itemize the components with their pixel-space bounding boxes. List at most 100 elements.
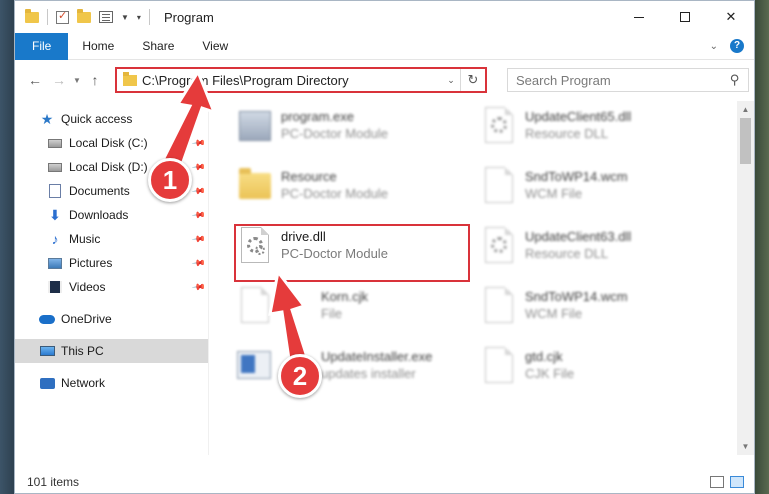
file-name: gtd.cjk — [525, 349, 563, 364]
sidebar-item-quick-access[interactable]: ★ Quick access — [15, 107, 208, 131]
sidebar-item-label: Videos — [69, 280, 106, 294]
refresh-icon: ↻ — [467, 72, 479, 87]
main-content: ★ Quick access Local Disk (C:) 📌 Local D… — [15, 101, 754, 455]
address-field[interactable]: C:\Program Files\Program Directory ⌄ — [117, 69, 461, 91]
sidebar-item-this-pc[interactable]: This PC — [15, 339, 208, 363]
close-button[interactable]: ✕ — [708, 1, 754, 33]
file-item[interactable]: SndToWP14.wcm WCM File — [479, 165, 709, 223]
vertical-scrollbar[interactable]: ▲ ▼ — [737, 101, 754, 455]
file-name: drive.dll — [281, 229, 326, 244]
pin-icon[interactable]: 📌 — [191, 255, 206, 271]
file-item-drive-dll[interactable]: drive.dll PC-Doctor Module — [235, 225, 465, 283]
file-item[interactable]: program.exe PC-Doctor Module — [235, 105, 465, 163]
status-bar: 101 items — [15, 471, 754, 493]
folder-icon — [123, 71, 137, 86]
properties-icon[interactable] — [99, 11, 113, 23]
details-view-icon[interactable] — [710, 476, 724, 488]
file-type: WCM File — [525, 306, 583, 321]
maximize-button[interactable] — [662, 1, 708, 33]
tab-view[interactable]: View — [188, 33, 242, 60]
sidebar-item-label: Quick access — [61, 112, 133, 126]
network-icon — [39, 375, 55, 391]
sidebar-item-label: Local Disk (C:) — [69, 136, 148, 150]
large-icons-view-icon[interactable] — [730, 476, 744, 488]
scroll-up-icon[interactable]: ▲ — [737, 101, 754, 118]
properties-check-icon[interactable] — [56, 9, 69, 24]
refresh-button[interactable]: ↻ — [461, 69, 485, 91]
file-name: UpdateInstaller.exe — [321, 349, 433, 364]
file-type: PC-Doctor Module — [281, 186, 388, 201]
step-2-badge: 2 — [278, 354, 322, 398]
tab-file[interactable]: File — [15, 32, 69, 60]
exe-icon — [235, 105, 275, 149]
download-icon: ⬇ — [49, 206, 61, 223]
sidebar-item-local-disk-c[interactable]: Local Disk (C:) 📌 — [15, 131, 208, 155]
folder-icon — [235, 165, 275, 209]
file-icon — [479, 165, 519, 209]
dll-icon — [235, 225, 275, 269]
customize-toolbar-icon[interactable]: ▾ — [137, 13, 141, 22]
sidebar-item-music[interactable]: ♪ Music 📌 — [15, 227, 208, 251]
sidebar-item-network[interactable]: Network — [15, 371, 208, 395]
scroll-down-icon[interactable]: ▼ — [737, 438, 754, 455]
file-name: UpdateClient63.dll — [525, 229, 632, 244]
pin-icon[interactable]: 📌 — [191, 135, 206, 151]
chevron-down-icon[interactable]: ▼ — [121, 13, 129, 22]
recent-locations-icon[interactable]: ▼ — [71, 76, 83, 85]
scrollbar-thumb[interactable] — [740, 118, 751, 164]
forward-button[interactable]: → — [47, 68, 71, 92]
minimize-icon — [634, 16, 644, 18]
sidebar-item-videos[interactable]: Videos 📌 — [15, 275, 208, 299]
file-name: UpdateClient65.dll — [525, 109, 632, 124]
step-1-badge: 1 — [148, 158, 192, 202]
file-name: SndToWP14.wcm — [525, 289, 628, 304]
address-dropdown-icon[interactable]: ⌄ — [442, 75, 460, 86]
file-item[interactable]: UpdateClient65.dll Resource DLL — [479, 105, 709, 163]
file-icon — [479, 345, 519, 389]
tab-home[interactable]: Home — [68, 33, 128, 60]
file-item[interactable]: UpdateClient63.dll Resource DLL — [479, 225, 709, 283]
pin-icon[interactable]: 📌 — [191, 279, 206, 295]
file-name: SndToWP14.wcm — [525, 169, 628, 184]
file-list: program.exe PC-Doctor Module UpdateClient… — [209, 101, 754, 455]
folder-icon[interactable] — [25, 8, 39, 23]
sidebar-item-label: Music — [69, 232, 101, 246]
search-box[interactable]: Search Program ⚲ — [507, 68, 749, 92]
file-item[interactable]: SndToWP14.wcm WCM File — [479, 285, 709, 343]
help-icon[interactable]: ? — [730, 39, 744, 53]
pictures-icon — [47, 255, 63, 271]
ribbon-tabs: File Home Share View ⌄ ? — [15, 32, 754, 60]
search-input[interactable]: Search Program — [516, 73, 730, 88]
new-folder-icon[interactable] — [77, 8, 91, 23]
pin-icon[interactable]: 📌 — [191, 183, 206, 199]
file-item[interactable]: Korn.cjk File — [235, 285, 465, 343]
sidebar-item-onedrive[interactable]: OneDrive — [15, 307, 208, 331]
pin-icon[interactable]: 📌 — [191, 159, 206, 175]
file-type: File — [321, 306, 342, 321]
explorer-window: ▼ ▾ Program ✕ File Home Share View ⌄ ? ←… — [14, 0, 755, 494]
cloud-icon — [39, 311, 55, 327]
up-button[interactable]: ↑ — [83, 68, 107, 92]
address-path[interactable]: C:\Program Files\Program Directory — [142, 73, 349, 88]
sidebar-item-downloads[interactable]: ⬇ Downloads 📌 — [15, 203, 208, 227]
address-bar[interactable]: C:\Program Files\Program Directory ⌄ ↻ — [115, 67, 487, 93]
dll-icon — [479, 225, 519, 269]
file-type: WCM File — [525, 186, 583, 201]
tab-share[interactable]: Share — [128, 33, 188, 60]
star-icon: ★ — [40, 110, 54, 127]
sidebar-item-pictures[interactable]: Pictures 📌 — [15, 251, 208, 275]
file-item[interactable]: UpdateInstaller.exe updates installer — [235, 345, 465, 403]
back-button[interactable]: ← — [23, 68, 47, 92]
expand-ribbon-icon[interactable]: ⌄ — [710, 41, 718, 52]
videos-icon — [47, 279, 63, 295]
file-item[interactable]: Resource PC-Doctor Module — [235, 165, 465, 223]
file-type: CJK File — [525, 366, 575, 381]
pin-icon[interactable]: 📌 — [191, 231, 206, 247]
file-item[interactable]: gtd.cjk CJK File — [479, 345, 709, 403]
dll-icon — [479, 105, 519, 149]
minimize-button[interactable] — [616, 1, 662, 33]
window-controls: ✕ — [616, 1, 754, 33]
pin-icon[interactable]: 📌 — [191, 207, 206, 223]
